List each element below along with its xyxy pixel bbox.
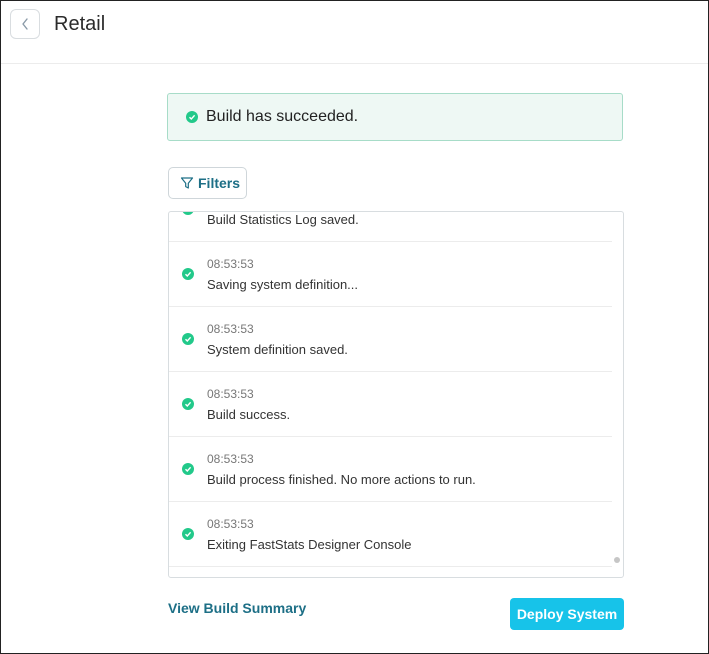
check-circle-icon (182, 528, 194, 540)
log-message: Build process finished. No more actions … (207, 472, 476, 487)
header: Retail (1, 1, 708, 64)
back-button[interactable] (10, 9, 40, 39)
log-list: 08:53:53Build Statistics Log saved.08:53… (169, 212, 612, 567)
deploy-system-button[interactable]: Deploy System (510, 598, 624, 630)
log-item: 08:53:53Build Statistics Log saved. (169, 212, 612, 242)
log-timestamp: 08:53:53 (207, 257, 254, 271)
app-window: Retail Build has succeeded. Filters 08:5… (0, 0, 709, 654)
check-circle-icon (186, 111, 198, 123)
build-log[interactable]: 08:53:53Build Statistics Log saved.08:53… (168, 211, 624, 578)
log-item: 08:53:53 Saving system definition... (169, 242, 612, 307)
log-timestamp: 08:53:53 (207, 322, 254, 336)
log-timestamp: 08:53:53 (207, 517, 254, 531)
log-message: Exiting FastStats Designer Console (207, 537, 412, 552)
log-message: Build Statistics Log saved. (207, 212, 359, 227)
chevron-left-icon (22, 18, 28, 30)
log-message: System definition saved. (207, 342, 348, 357)
page-title: Retail (54, 13, 106, 35)
check-circle-icon (182, 212, 194, 215)
log-item: 08:53:53 Build success. (169, 372, 612, 437)
log-item: 08:53:53 Build process finished. No more … (169, 437, 612, 502)
check-circle-icon (182, 463, 194, 475)
log-item: 08:53:53 Exiting FastStats Designer Conso… (169, 502, 612, 567)
log-message: Saving system definition... (207, 277, 359, 292)
log-item: 08:53:53 System definition saved. (169, 307, 612, 372)
scrollbar[interactable] (614, 557, 620, 563)
log-timestamp: 08:53:53 (207, 452, 254, 466)
success-message: Build has succeeded. (206, 108, 359, 125)
log-timestamp: 08:53:53 (207, 387, 254, 401)
check-circle-icon (182, 333, 194, 345)
filter-icon (180, 177, 194, 189)
check-circle-icon (182, 268, 194, 280)
success-banner: Build has succeeded. (167, 93, 623, 141)
log-message: Build success. (207, 407, 291, 422)
filters-label: Filters (198, 175, 241, 191)
view-build-summary-link[interactable]: View Build Summary (168, 600, 306, 616)
filters-button[interactable]: Filters (168, 167, 247, 199)
check-circle-icon (182, 398, 194, 410)
